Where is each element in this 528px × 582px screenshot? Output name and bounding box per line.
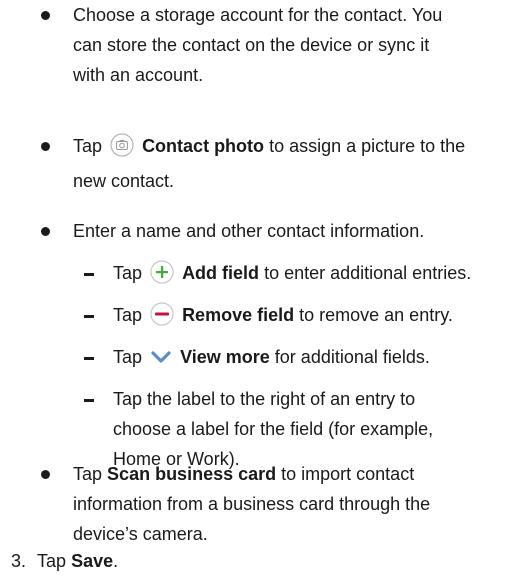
list-item-enter-name: Enter a name and other contact informati… [73,216,513,246]
step-number: 3. [11,551,27,571]
text-tap: Tap [73,464,103,484]
text-tap: Tap [113,263,143,283]
remove-field-label: Remove field [182,305,295,325]
sub-dash [84,399,94,402]
contact-photo-label: Contact photo [142,136,265,156]
text-line: information from a business card through… [73,494,431,514]
sub-dash [84,315,94,318]
sub-item-add-field: Tap Add field to enter additional entrie… [113,258,518,293]
text-line: choose a label for the field (for exampl… [113,419,434,439]
bullet-dot [41,470,50,479]
sub-dash [84,273,94,276]
text-tap: Tap [73,136,103,156]
remove-icon [150,302,174,335]
sub-item-remove-field: Tap Remove field to remove an entry. [113,300,518,335]
text-line: with an account. [73,65,204,85]
text-line: device’s camera. [73,524,208,544]
text-rest: to remove an entry. [299,305,453,325]
list-item-contact-photo: Tap Contact photo to assign a picture to… [73,131,513,196]
add-icon [150,260,174,293]
text-tap: Tap [113,347,143,367]
text-line: new contact. [73,171,175,191]
view-more-label: View more [180,347,270,367]
step-3: 3. Tap Save. [11,546,511,576]
text-rest: to assign a picture to the [269,136,466,156]
bullet-dot [41,227,50,236]
text-rest: to enter additional entries. [264,263,472,283]
sub-dash [84,357,94,360]
scan-business-card-label: Scan business card [107,464,277,484]
bullet-dot [41,11,50,20]
add-field-label: Add field [182,263,260,283]
list-item-scan-business-card: Tap Scan business card to import contact… [73,459,513,549]
chevron-down-icon [150,346,172,377]
step-period: . [113,551,119,571]
text-line: Enter a name and other contact informati… [73,221,425,241]
save-label: Save [71,551,114,571]
instructions-document: Choose a storage account for the contact… [0,0,528,582]
text-line: Choose a storage account for the contact… [73,5,443,25]
text-rest: for additional fields. [274,347,430,367]
text-rest: to import contact [281,464,415,484]
text-tap: Tap [113,305,143,325]
sub-item-view-more: Tap View more for additional fields. [113,342,518,377]
text-line: Tap the label to the right of an entry t… [113,389,416,409]
bullet-dot [41,142,50,151]
text-line: can store the contact on the device or s… [73,35,430,55]
camera-icon [110,133,134,166]
list-item-storage-account: Choose a storage account for the contact… [73,0,513,90]
text-tap: Tap [37,551,67,571]
